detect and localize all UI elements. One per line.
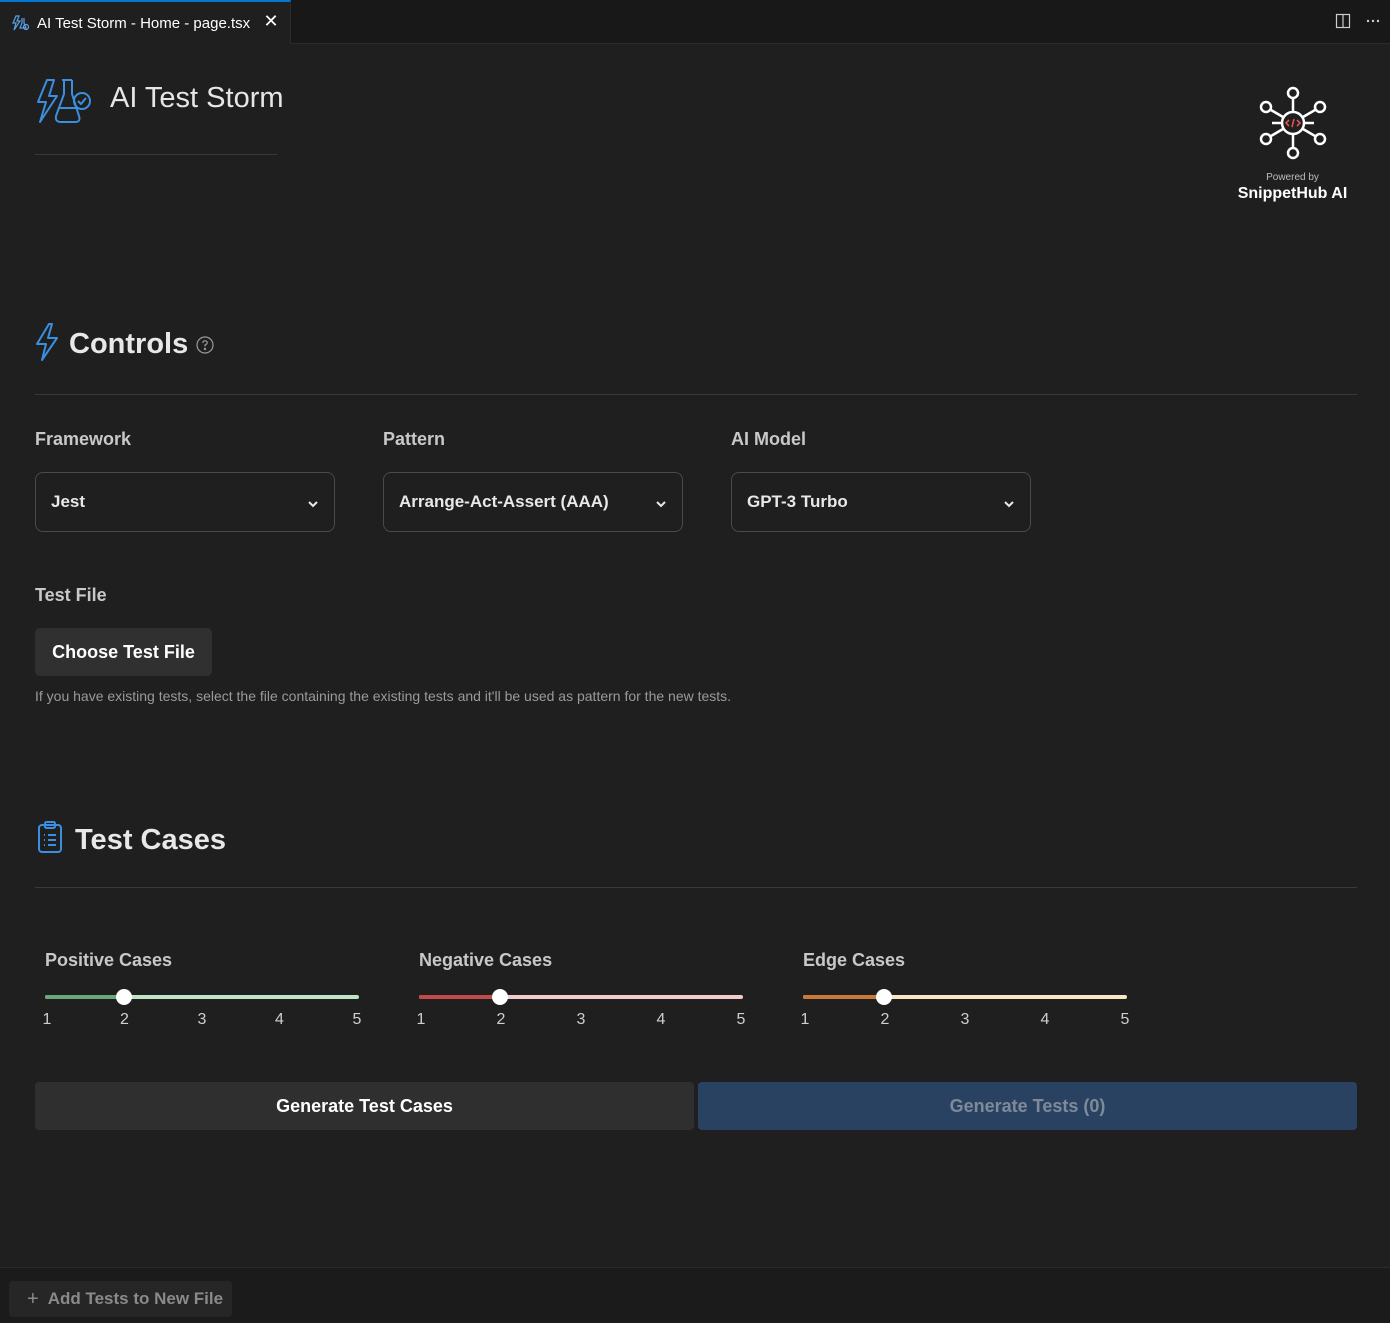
editor-tab[interactable]: AI Test Storm - Home - page.tsx ✕ — [0, 0, 291, 44]
ai-model-select[interactable]: GPT-3 Turbo — [731, 472, 1031, 532]
slider-tick-label: 1 — [800, 1011, 810, 1028]
slider-tick-label: 2 — [120, 1011, 129, 1028]
pattern-value: Arrange-Act-Assert (AAA) — [399, 492, 609, 511]
help-icon[interactable] — [196, 335, 214, 354]
close-icon[interactable]: ✕ — [263, 12, 279, 30]
slider-tick-label: 1 — [42, 1011, 52, 1028]
powered-by-text: Powered by — [1266, 172, 1319, 183]
app-logo-icon — [35, 76, 93, 126]
header-divider — [35, 154, 277, 155]
slider-thumb[interactable] — [115, 989, 132, 1005]
cases-slider[interactable] — [45, 989, 359, 1005]
framework-select[interactable]: Jest — [35, 472, 335, 532]
add-tests-to-new-file-button[interactable]: + Add Tests to New File — [9, 1281, 232, 1317]
slider-tick-label: 4 — [275, 1011, 284, 1028]
slider-tick-label: 5 — [352, 1011, 362, 1028]
chevron-down-icon — [308, 501, 318, 508]
generate-test-cases-button[interactable]: Generate Test Cases — [35, 1082, 694, 1130]
framework-value: Jest — [51, 492, 86, 511]
network-icon — [1220, 86, 1365, 160]
slider-label: Positive Cases — [45, 950, 173, 970]
ai-model-value: GPT-3 Turbo — [747, 492, 848, 511]
slider-tick-label: 3 — [197, 1011, 207, 1028]
slider-label: Edge Cases — [803, 950, 906, 970]
slider-fill — [419, 995, 500, 999]
slider-fill — [803, 995, 884, 999]
slider-tick-label: 4 — [1040, 1011, 1050, 1028]
test-file-hint: If you have existing tests, select the f… — [35, 688, 732, 704]
generate-tests-button[interactable]: Generate Tests (0) — [698, 1082, 1357, 1130]
slider-tick-label: 2 — [496, 1011, 506, 1028]
tab-title: AI Test Storm - Home - page.tsx — [37, 14, 251, 32]
slider-thumb[interactable] — [492, 989, 508, 1005]
add-tests-label: Add Tests to New File — [47, 1289, 224, 1308]
brand-name: SnippetHub AI — [1237, 185, 1348, 202]
slider-thumb[interactable] — [876, 989, 892, 1005]
slider-fill — [45, 995, 124, 999]
clipboard-icon — [35, 818, 65, 863]
app-title: AI Test Storm — [110, 82, 284, 114]
pattern-label: Pattern — [383, 429, 446, 449]
controls-header: Controls — [35, 322, 214, 367]
split-editor-icon[interactable] — [1334, 12, 1352, 30]
controls-divider — [35, 394, 1357, 395]
slider-tick-label: 3 — [576, 1011, 586, 1028]
slider-tick-label: 4 — [656, 1011, 666, 1028]
choose-test-file-button[interactable]: Choose Test File — [35, 628, 212, 676]
ai-model-label: AI Model — [731, 429, 806, 449]
footer-bar: + Add Tests to New File — [0, 1267, 1390, 1323]
chevron-down-icon — [656, 501, 666, 508]
storm-icon — [11, 14, 29, 32]
controls-title: Controls — [69, 328, 189, 360]
plus-icon: + — [27, 1287, 39, 1310]
cases-slider[interactable] — [419, 989, 743, 1005]
test-cases-divider — [35, 887, 1357, 888]
more-actions-icon[interactable] — [1364, 12, 1382, 30]
slider-tick-label: 5 — [736, 1011, 746, 1028]
test-cases-header: Test Cases — [35, 818, 226, 863]
brand-block: Powered by SnippetHub AI — [1220, 86, 1365, 203]
slider-label: Negative Cases — [419, 950, 553, 970]
chevron-down-icon — [1004, 501, 1014, 508]
pattern-select[interactable]: Arrange-Act-Assert (AAA) — [383, 472, 683, 532]
slider-tick-label: 1 — [416, 1011, 426, 1028]
lightning-icon — [35, 322, 59, 367]
editor-tab-bar: AI Test Storm - Home - page.tsx ✕ — [0, 0, 1390, 44]
slider-tick-label: 2 — [880, 1011, 890, 1028]
slider-tick-label: 3 — [960, 1011, 970, 1028]
slider-tick-label: 5 — [1120, 1011, 1130, 1028]
test-cases-title: Test Cases — [75, 824, 226, 856]
cases-slider[interactable] — [803, 989, 1127, 1005]
test-file-label: Test File — [35, 585, 107, 605]
framework-label: Framework — [35, 429, 132, 449]
